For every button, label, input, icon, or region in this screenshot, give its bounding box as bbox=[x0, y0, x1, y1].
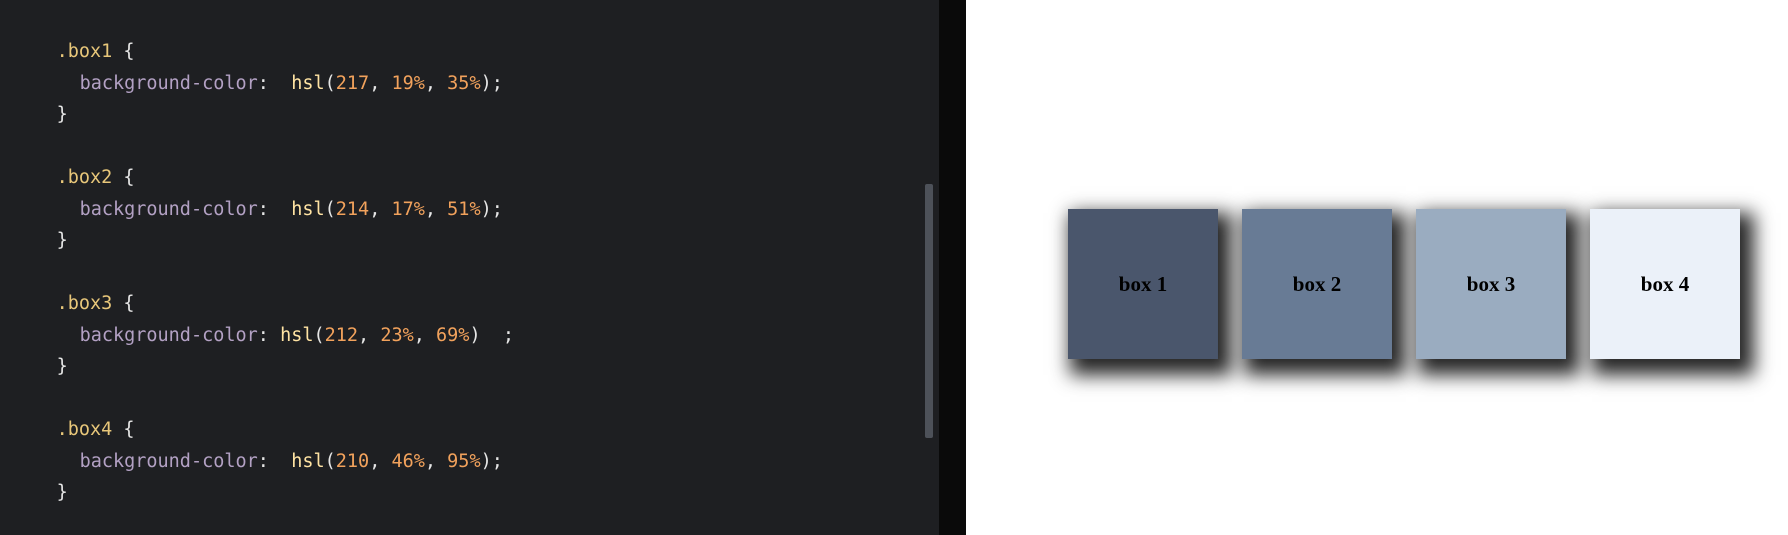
code-line: ▾.box3 { bbox=[0, 262, 135, 314]
colon: : bbox=[257, 325, 281, 346]
comma: , bbox=[358, 325, 381, 346]
code-line: } bbox=[0, 325, 68, 377]
css-editor[interactable]: ▾.box1 { background-color: hsl(217, 19%,… bbox=[0, 0, 939, 535]
pane-divider[interactable] bbox=[939, 0, 966, 535]
paren-open: ( bbox=[324, 199, 336, 220]
preview-pane: box 1 box 2 box 3 box 4 bbox=[966, 0, 1788, 535]
line-tail: ); bbox=[480, 451, 503, 472]
code-line: } bbox=[0, 199, 68, 251]
css-function: hsl bbox=[291, 73, 325, 94]
code-line: } bbox=[0, 73, 68, 125]
lightness-value: 69% bbox=[436, 325, 470, 346]
paren-open: ( bbox=[313, 325, 325, 346]
saturation-value: 17% bbox=[391, 199, 425, 220]
line-tail: ); bbox=[480, 73, 503, 94]
code-line: background-color: hsl(214, 17%, 51%); bbox=[0, 168, 503, 220]
comma: , bbox=[369, 73, 392, 94]
box-label: box 1 bbox=[1118, 271, 1168, 296]
chevron-down-icon[interactable]: ▾ bbox=[0, 262, 4, 290]
code-line: ▾.box1 { bbox=[0, 10, 135, 62]
box-label: box 2 bbox=[1292, 271, 1342, 296]
comma: , bbox=[369, 451, 392, 472]
saturation-value: 46% bbox=[391, 451, 425, 472]
code-line: ▾.box2 { bbox=[0, 136, 135, 188]
colon: : bbox=[257, 451, 292, 472]
comma: , bbox=[424, 73, 448, 94]
close-brace: } bbox=[56, 482, 68, 503]
code-line: background-color: hsl(212, 23%, 69%) ; bbox=[0, 294, 514, 346]
close-brace: } bbox=[56, 230, 68, 251]
paren-open: ( bbox=[324, 73, 336, 94]
code-line: background-color: hsl(217, 19%, 35%); bbox=[0, 42, 503, 94]
css-property: background-color bbox=[79, 325, 258, 346]
css-function: hsl bbox=[291, 451, 325, 472]
chevron-down-icon[interactable]: ▾ bbox=[0, 10, 4, 38]
editor-scrollbar-thumb[interactable] bbox=[925, 184, 933, 438]
comma: , bbox=[369, 199, 392, 220]
paren-open: ( bbox=[324, 451, 336, 472]
css-property: background-color bbox=[79, 73, 258, 94]
css-property: background-color bbox=[79, 451, 258, 472]
line-tail: ); bbox=[480, 199, 503, 220]
code-line: ▾.box4 { bbox=[0, 388, 135, 440]
lightness-value: 51% bbox=[447, 199, 481, 220]
lightness-value: 95% bbox=[447, 451, 481, 472]
comma: , bbox=[413, 325, 437, 346]
code-line: background-color: hsl(210, 46%, 95%); bbox=[0, 420, 503, 472]
colon: : bbox=[257, 73, 292, 94]
code-line: } bbox=[0, 451, 68, 503]
box-1: box 1 bbox=[1068, 209, 1218, 359]
box-3: box 3 bbox=[1416, 209, 1566, 359]
line-tail: ) ; bbox=[469, 325, 515, 346]
css-function: hsl bbox=[291, 199, 325, 220]
colon: : bbox=[257, 199, 292, 220]
close-brace: } bbox=[56, 104, 68, 125]
comma: , bbox=[424, 199, 448, 220]
box-4: box 4 bbox=[1590, 209, 1740, 359]
box-label: box 4 bbox=[1640, 271, 1690, 296]
css-function: hsl bbox=[280, 325, 314, 346]
chevron-down-icon[interactable]: ▾ bbox=[0, 136, 4, 164]
css-property: background-color bbox=[79, 199, 258, 220]
hue-value: 212 bbox=[324, 325, 359, 346]
saturation-value: 19% bbox=[391, 73, 425, 94]
lightness-value: 35% bbox=[447, 73, 481, 94]
close-brace: } bbox=[56, 356, 68, 377]
comma: , bbox=[424, 451, 448, 472]
hue-value: 214 bbox=[335, 199, 370, 220]
saturation-value: 23% bbox=[380, 325, 414, 346]
hue-value: 210 bbox=[335, 451, 370, 472]
chevron-down-icon[interactable]: ▾ bbox=[0, 388, 4, 416]
box-label: box 3 bbox=[1466, 271, 1516, 296]
box-2: box 2 bbox=[1242, 209, 1392, 359]
hue-value: 217 bbox=[335, 73, 370, 94]
